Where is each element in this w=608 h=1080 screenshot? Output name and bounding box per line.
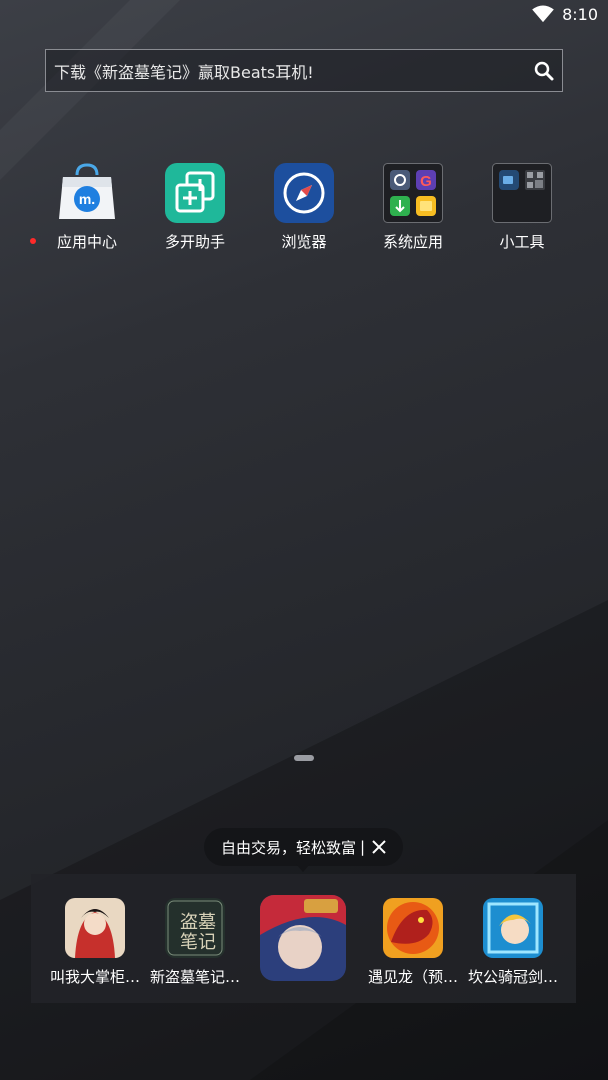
app-label: 小工具: [499, 233, 545, 251]
tooltip-arrow: [296, 864, 310, 872]
game-dragon-icon[interactable]: [383, 898, 443, 958]
game-knight-icon[interactable]: [483, 898, 543, 958]
app-label: 系统应用: [382, 233, 443, 251]
game-daomu-icon[interactable]: 盗墓 笔记: [165, 898, 225, 958]
clock: 8:10: [562, 4, 598, 24]
game-item[interactable]: 遇见龙（预…: [363, 898, 463, 987]
search-icon[interactable]: [532, 59, 556, 83]
wifi-icon: [532, 5, 554, 23]
tooltip-text: 自由交易，轻松致富: [221, 838, 357, 857]
close-icon[interactable]: [371, 839, 387, 855]
search-bar[interactable]: 下载《新盗墓笔记》赢取Beats耳机!: [45, 49, 563, 92]
browser[interactable]: 浏览器: [249, 163, 359, 252]
multi-open-icon[interactable]: [165, 163, 225, 223]
svg-text:盗墓: 盗墓: [180, 912, 216, 933]
multi-open-helper[interactable]: 多开助手: [140, 163, 250, 252]
page-indicator[interactable]: [294, 755, 314, 761]
promo-tooltip[interactable]: 自由交易，轻松致富 |: [204, 828, 403, 872]
game-item[interactable]: 叫我大掌柜…: [45, 898, 145, 987]
svg-text:m.: m.: [79, 191, 95, 207]
svg-text:G: G: [420, 173, 432, 190]
game-label: 坎公骑冠剑…: [467, 968, 558, 986]
game-jiaowo-icon[interactable]: [65, 898, 125, 958]
system-apps-folder[interactable]: G 系统应用: [358, 163, 468, 252]
tools-folder[interactable]: 小工具: [467, 163, 577, 252]
notification-badge-dot: [30, 238, 36, 244]
browser-compass-icon[interactable]: [274, 163, 334, 223]
search-hint-text[interactable]: 下载《新盗墓笔记》赢取Beats耳机!: [54, 59, 532, 83]
game-label: 新盗墓笔记…: [149, 968, 240, 986]
game-dock: 叫我大掌柜… 盗墓 笔记 新盗墓笔记… 遇见龙（预… 坎公骑冠剑…: [31, 874, 576, 1003]
game-item[interactable]: 坎公骑冠剑…: [463, 898, 563, 987]
app-label: 多开助手: [164, 233, 225, 251]
app-center[interactable]: m. 应用中心: [30, 163, 142, 252]
app-label: 应用中心: [56, 233, 117, 251]
game-label: 遇见龙（预…: [367, 968, 458, 986]
game-featured-icon[interactable]: [260, 895, 346, 981]
divider: |: [360, 838, 366, 856]
game-label: 叫我大掌柜…: [49, 968, 140, 986]
system-apps-folder-icon[interactable]: G: [383, 163, 443, 223]
game-item-featured[interactable]: [253, 895, 353, 981]
app-label: 浏览器: [281, 233, 327, 251]
svg-text:笔记: 笔记: [180, 932, 216, 953]
app-center-icon[interactable]: m.: [57, 163, 117, 223]
game-item[interactable]: 盗墓 笔记 新盗墓笔记…: [145, 898, 245, 987]
status-bar: 8:10: [0, 0, 608, 28]
tools-folder-icon[interactable]: [492, 163, 552, 223]
